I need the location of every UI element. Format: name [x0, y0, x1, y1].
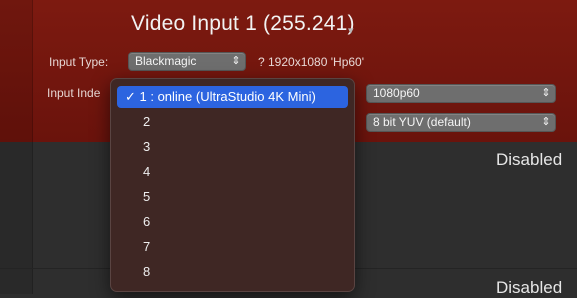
input-index-dropdown-menu: ✓ 1 : online (UltraStudio 4K Mini) 2 3 4… — [110, 78, 355, 292]
pixel-format-value: 8 bit YUV (default) — [373, 115, 471, 129]
pixel-format-select[interactable]: 8 bit YUV (default) ⇕ — [366, 113, 556, 132]
status-disabled-1: Disabled — [496, 150, 563, 169]
menu-item-4[interactable]: 4 — [117, 161, 348, 183]
input-index-label: Input Inde — [47, 86, 101, 100]
stepper-arrows-icon: ⇕ — [541, 116, 551, 128]
stepper-arrows-icon: ⇕ — [231, 55, 241, 67]
menu-item-1[interactable]: ✓ 1 : online (UltraStudio 4K Mini) — [117, 86, 348, 108]
detected-resolution: ? 1920x1080 'Hp60' — [258, 55, 365, 69]
menu-item-2[interactable]: 2 — [117, 111, 348, 133]
input-type-label: Input Type: — [49, 55, 109, 69]
menu-item-8[interactable]: 8 — [117, 261, 348, 283]
video-input-title[interactable]: Video Input 1 (255.241) — [131, 12, 355, 36]
input-type-select[interactable]: Blackmagic ⇕ — [128, 52, 246, 71]
video-format-value: 1080p60 — [373, 86, 420, 100]
menu-item-6[interactable]: 6 — [117, 211, 348, 233]
stepper-arrows-icon: ⇕ — [541, 87, 551, 99]
left-sidebar-strip — [0, 0, 33, 294]
status-disabled-2: Disabled — [496, 278, 563, 297]
menu-item-7[interactable]: 7 — [117, 236, 348, 258]
input-type-value: Blackmagic — [135, 54, 197, 68]
title-dropdown-icon[interactable]: ▾ — [348, 24, 354, 37]
menu-item-3[interactable]: 3 — [117, 136, 348, 158]
menu-item-5[interactable]: 5 — [117, 186, 348, 208]
video-format-select[interactable]: 1080p60 ⇕ — [366, 84, 556, 103]
